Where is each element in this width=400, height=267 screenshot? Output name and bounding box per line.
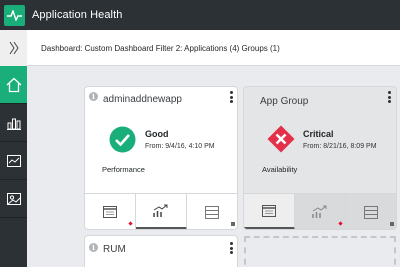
kpi-label: Performance (102, 165, 145, 174)
app-title: Application Health (32, 9, 123, 21)
home-icon (6, 77, 21, 92)
sidebar-item-bar-chart[interactable] (0, 104, 27, 142)
critical-x-icon (267, 125, 295, 153)
card-title: adminaddnewapp (103, 94, 182, 105)
app-card-rum[interactable]: i RUM (84, 235, 238, 267)
bar-chart-icon (6, 118, 21, 130)
double-chevron-right-icon (9, 41, 19, 55)
tab-status[interactable] (85, 194, 136, 229)
corner-marker (231, 222, 235, 226)
app-health-logo-icon[interactable] (4, 4, 25, 26)
tab-table[interactable] (346, 194, 396, 229)
table-icon (205, 205, 219, 219)
app-card-app-group[interactable]: App Group Critical From: 8/21/16, 8:09 P… (243, 86, 397, 230)
sidebar-item-line-chart[interactable] (0, 142, 27, 180)
status-time: From: 8/21/16, 8:09 PM (303, 143, 377, 150)
trend-chart-icon (312, 205, 327, 218)
status-label: Good (145, 129, 169, 139)
status-time: From: 9/4/16, 4:10 PM (145, 143, 215, 150)
status-label: Critical (303, 129, 334, 139)
sidebar (0, 30, 27, 267)
trend-chart-icon (153, 204, 168, 217)
top-bar: Application Health (0, 0, 400, 30)
card-tabs (85, 193, 237, 229)
sidebar-expand-button[interactable] (0, 30, 27, 66)
sidebar-item-image[interactable] (0, 180, 27, 218)
tab-trend[interactable] (136, 194, 187, 229)
tab-status[interactable] (244, 194, 295, 229)
window-icon (103, 206, 117, 218)
image-icon (6, 192, 21, 205)
card-tabs (244, 193, 396, 229)
window-icon (262, 204, 276, 217)
card-menu-icon[interactable] (229, 91, 233, 105)
sidebar-item-home[interactable] (0, 66, 27, 104)
card-title: RUM (103, 244, 126, 255)
alert-marker (338, 221, 343, 226)
table-icon (364, 205, 378, 219)
card-menu-icon[interactable] (387, 91, 391, 105)
line-chart-icon (6, 154, 21, 167)
info-icon[interactable]: i (89, 92, 98, 101)
card-menu-icon[interactable] (229, 242, 233, 256)
kpi-label: Availability (262, 165, 298, 174)
tab-table[interactable] (187, 194, 237, 229)
alert-marker (128, 221, 133, 226)
breadcrumb[interactable]: Dashboard: Custom Dashboard Filter 2: Ap… (41, 44, 280, 53)
breadcrumb-bar: Dashboard: Custom Dashboard Filter 2: Ap… (27, 30, 400, 66)
corner-marker (390, 222, 394, 226)
check-icon (109, 126, 136, 153)
card-title: App Group (260, 96, 309, 107)
tab-trend[interactable] (295, 194, 346, 229)
app-card-adminaddnewapp[interactable]: i adminaddnewapp Good From: 9/4/16, 4:10… (84, 86, 238, 230)
empty-card-placeholder[interactable] (244, 236, 396, 267)
info-icon[interactable]: i (89, 243, 98, 252)
